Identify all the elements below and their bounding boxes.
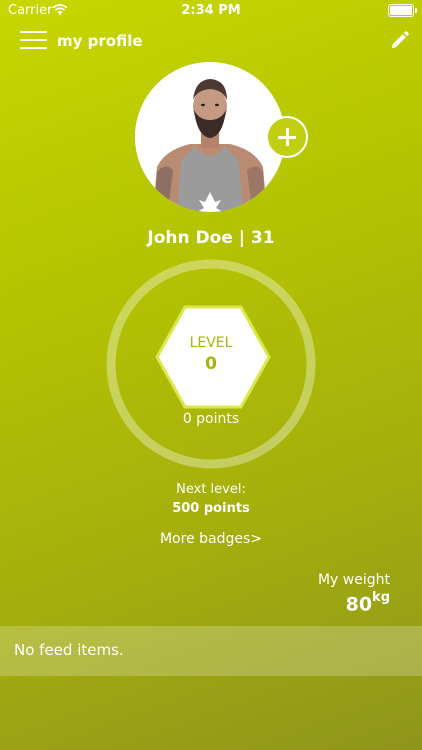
next-level-label: Next level: (176, 482, 246, 497)
profile-name-age: John Doe | 31 (147, 228, 275, 248)
next-level-points: 500 points (172, 501, 250, 516)
status-bar: Carrier 2:34 PM (0, 0, 422, 22)
weight-number: 80 (345, 593, 373, 616)
weight-label: My weight (317, 572, 390, 588)
avatar[interactable] (135, 62, 285, 212)
add-photo-button[interactable] (266, 116, 308, 158)
weight-value: 80kg (345, 590, 390, 616)
feed-empty-text: No feed items. (14, 641, 124, 659)
more-badges-link[interactable]: More badges> (0, 531, 422, 547)
status-time: 2:34 PM (181, 3, 241, 18)
pencil-icon[interactable] (390, 30, 410, 50)
level-label: LEVEL (189, 335, 233, 351)
level-value: 0 (205, 354, 217, 374)
hamburger-menu-icon[interactable] (20, 30, 48, 50)
battery-icon (388, 4, 417, 17)
avatar-photo (135, 62, 285, 212)
profile-photo-illustration (135, 62, 285, 212)
points-label: 0 points (182, 411, 240, 427)
feed-empty-state: No feed items. (0, 626, 422, 676)
weight-unit: kg (372, 590, 390, 605)
page-title: my profile (57, 32, 143, 50)
